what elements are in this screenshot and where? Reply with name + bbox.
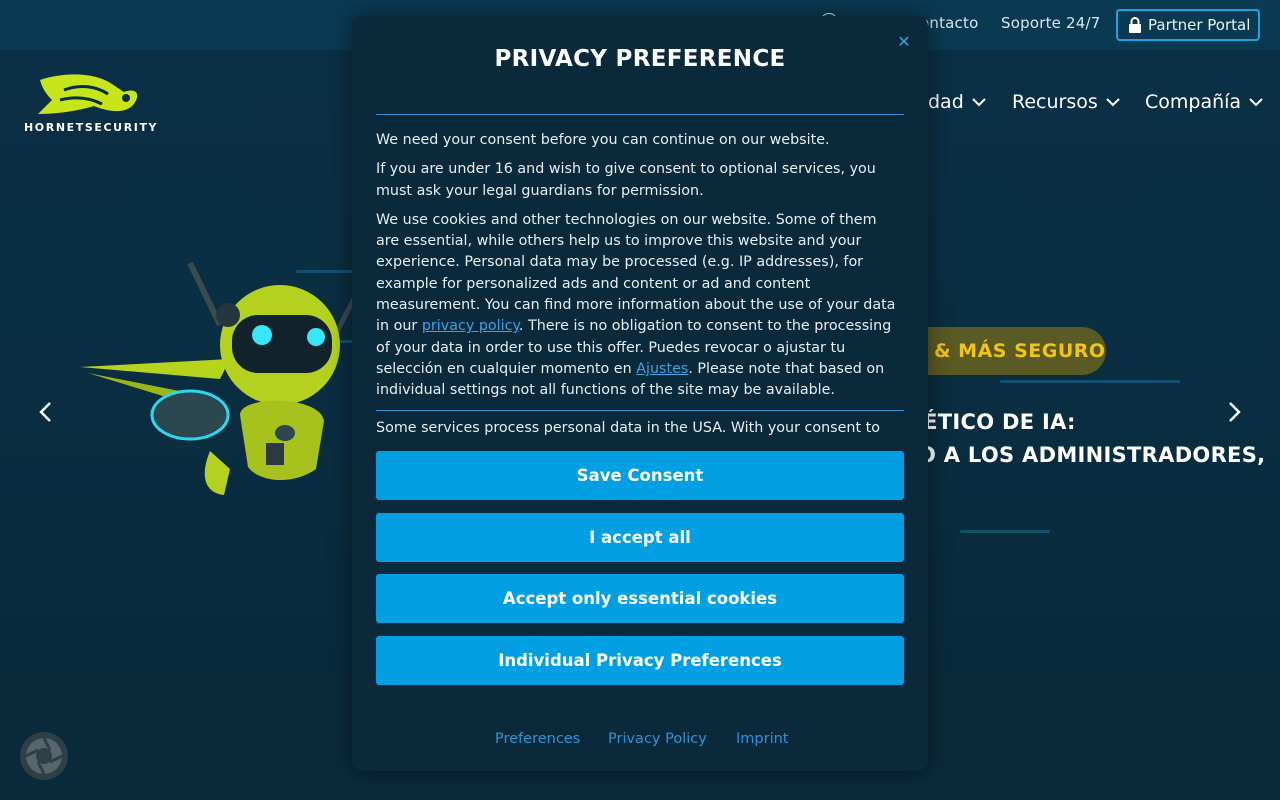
- individual-preferences-button[interactable]: Individual Privacy Preferences: [376, 636, 904, 685]
- privacy-settings-icon[interactable]: [20, 732, 68, 780]
- privacy-policy-link[interactable]: privacy policy: [422, 318, 519, 334]
- modal-divider-mid: [376, 410, 904, 411]
- consent-paragraph-3: We use cookies and other technologies on…: [376, 211, 896, 399]
- carousel-next-icon[interactable]: [1222, 400, 1246, 424]
- footer-preferences-link[interactable]: Preferences: [495, 731, 580, 747]
- settings-link[interactable]: Ajustes: [636, 361, 688, 377]
- privacy-preference-modal: ✕ PRIVACY PREFERENCE We need your consen…: [352, 16, 928, 771]
- consent-paragraph-2: If you are under 16 and wish to give con…: [376, 161, 876, 199]
- consent-paragraph-4: Some services process personal data in t…: [376, 420, 880, 436]
- contact-link[interactable]: ontacto: [920, 14, 978, 32]
- nav-item-resources[interactable]: Recursos: [1012, 91, 1120, 113]
- lock-icon: [1129, 17, 1141, 33]
- nav-item-label: dad: [928, 91, 964, 113]
- brand-name: HORNETSECURITY: [24, 121, 159, 134]
- chevron-down-icon: [1249, 98, 1263, 107]
- footer-imprint-link[interactable]: Imprint: [736, 731, 788, 747]
- consent-paragraph-1: We need your consent before you can cont…: [376, 132, 830, 148]
- modal-divider-top: [376, 114, 904, 115]
- nav-item-company[interactable]: Compañía: [1145, 91, 1263, 113]
- carousel-prev-icon[interactable]: [34, 400, 58, 424]
- modal-title: PRIVACY PREFERENCE: [494, 46, 786, 72]
- save-consent-button[interactable]: Save Consent: [376, 451, 904, 500]
- chevron-down-icon: [1106, 98, 1120, 107]
- nav-item-label: Compañía: [1145, 91, 1242, 113]
- robot-hornet-illustration: [80, 261, 359, 495]
- chevron-down-icon: [972, 98, 986, 107]
- accept-essential-button[interactable]: Accept only essential cookies: [376, 574, 904, 623]
- nav-item-security[interactable]: dad: [928, 91, 986, 113]
- aperture-icon: [25, 737, 63, 775]
- nav-item-label: Recursos: [1012, 91, 1098, 113]
- support-link[interactable]: Soporte 24/7: [1001, 14, 1101, 32]
- modal-body: We need your consent before you can cont…: [376, 130, 904, 410]
- accept-all-button[interactable]: I accept all: [376, 513, 904, 562]
- partner-portal-label: Partner Portal: [1148, 16, 1251, 34]
- footer-privacy-policy-link[interactable]: Privacy Policy: [608, 731, 707, 747]
- hero-headline-line2: O A LOS ADMINISTRADORES,: [918, 443, 1266, 467]
- hero-headline-line1: IÉTICO DE IA:: [915, 410, 1076, 434]
- partner-portal-button[interactable]: Partner Portal: [1116, 9, 1260, 41]
